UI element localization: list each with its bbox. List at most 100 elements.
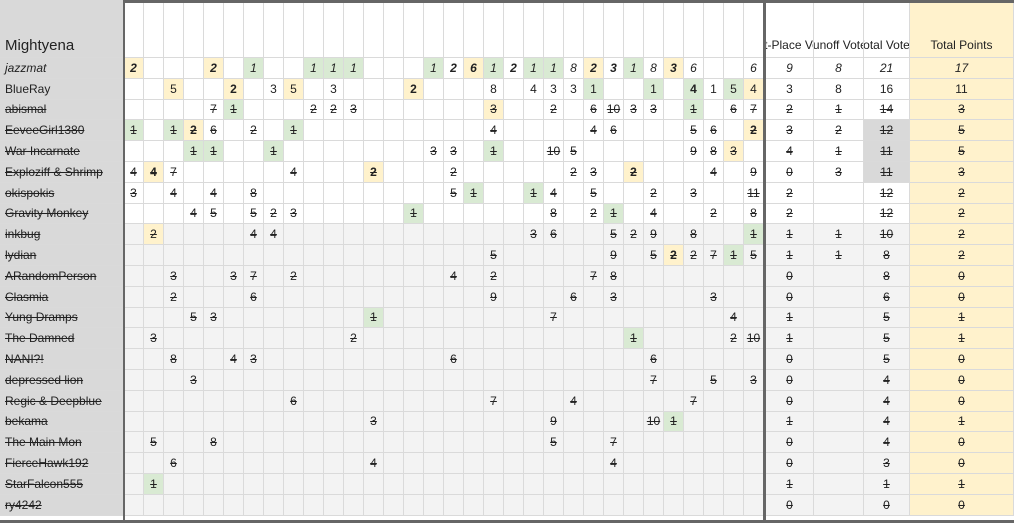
- vote-cell[interactable]: [264, 411, 284, 433]
- column-header[interactable]: [184, 0, 204, 58]
- vote-cell[interactable]: 6: [724, 99, 744, 121]
- vote-cell[interactable]: [124, 307, 144, 329]
- vote-cell[interactable]: [344, 266, 364, 287]
- vote-cell[interactable]: [344, 432, 364, 454]
- vote-cell[interactable]: [624, 494, 644, 516]
- vote-cell[interactable]: [324, 432, 344, 454]
- row-first[interactable]: 0: [766, 494, 814, 516]
- vote-cell[interactable]: [304, 245, 324, 266]
- vote-cell[interactable]: [244, 162, 264, 183]
- vote-cell[interactable]: [304, 203, 324, 225]
- row-name[interactable]: lydian: [0, 245, 124, 266]
- vote-cell[interactable]: 3: [204, 307, 224, 329]
- vote-cell[interactable]: [184, 286, 204, 308]
- row-total[interactable]: 11: [864, 162, 910, 183]
- vote-cell[interactable]: [644, 328, 664, 350]
- vote-cell[interactable]: 2: [544, 99, 564, 121]
- vote-cell[interactable]: 2: [444, 162, 464, 183]
- vote-cell[interactable]: [184, 328, 204, 350]
- vote-cell[interactable]: [604, 494, 624, 516]
- vote-cell[interactable]: [404, 453, 424, 474]
- vote-cell[interactable]: [644, 162, 664, 183]
- vote-cell[interactable]: [304, 162, 324, 183]
- vote-cell[interactable]: [444, 307, 464, 329]
- vote-cell[interactable]: [124, 453, 144, 474]
- vote-cell[interactable]: [144, 78, 164, 100]
- vote-cell[interactable]: 1: [404, 203, 424, 225]
- vote-cell[interactable]: [364, 120, 384, 142]
- vote-cell[interactable]: 1: [644, 78, 664, 100]
- vote-cell[interactable]: [184, 245, 204, 266]
- vote-cell[interactable]: [564, 307, 584, 329]
- vote-cell[interactable]: [624, 349, 644, 370]
- vote-cell[interactable]: [504, 78, 524, 100]
- vote-cell[interactable]: [204, 78, 224, 100]
- vote-cell[interactable]: 2: [404, 78, 424, 100]
- vote-cell[interactable]: [264, 245, 284, 266]
- vote-cell[interactable]: [224, 182, 244, 204]
- vote-cell[interactable]: 2: [644, 182, 664, 204]
- vote-cell[interactable]: [164, 99, 184, 121]
- vote-cell[interactable]: [524, 141, 544, 162]
- vote-cell[interactable]: 6: [684, 58, 704, 79]
- vote-cell[interactable]: [524, 453, 544, 474]
- vote-cell[interactable]: [604, 349, 624, 370]
- vote-cell[interactable]: 4: [604, 453, 624, 474]
- vote-cell[interactable]: [244, 453, 264, 474]
- vote-cell[interactable]: [224, 390, 244, 412]
- row-points[interactable]: 2: [910, 224, 1014, 246]
- vote-cell[interactable]: [704, 474, 724, 495]
- vote-cell[interactable]: 4: [364, 453, 384, 474]
- vote-cell[interactable]: 2: [504, 58, 524, 79]
- vote-cell[interactable]: 5: [704, 370, 724, 391]
- vote-cell[interactable]: 2: [744, 120, 764, 142]
- vote-cell[interactable]: 7: [584, 266, 604, 287]
- vote-cell[interactable]: [484, 307, 504, 329]
- vote-cell[interactable]: 4: [184, 203, 204, 225]
- column-header[interactable]: [464, 0, 484, 58]
- vote-cell[interactable]: [304, 120, 324, 142]
- row-points[interactable]: 0: [910, 349, 1014, 370]
- vote-cell[interactable]: 8: [684, 224, 704, 246]
- vote-cell[interactable]: [284, 99, 304, 121]
- vote-cell[interactable]: [424, 224, 444, 246]
- vote-cell[interactable]: [664, 453, 684, 474]
- vote-cell[interactable]: 5: [484, 245, 504, 266]
- vote-cell[interactable]: 3: [184, 370, 204, 391]
- vote-cell[interactable]: 5: [284, 78, 304, 100]
- vote-cell[interactable]: 3: [344, 99, 364, 121]
- row-name[interactable]: NANI?!: [0, 349, 124, 370]
- vote-cell[interactable]: [144, 349, 164, 370]
- vote-cell[interactable]: [384, 453, 404, 474]
- row-first[interactable]: 2: [766, 99, 814, 121]
- row-name[interactable]: FierceHawk192: [0, 453, 124, 474]
- vote-cell[interactable]: [264, 453, 284, 474]
- vote-cell[interactable]: [384, 182, 404, 204]
- vote-cell[interactable]: [264, 328, 284, 350]
- vote-cell[interactable]: [164, 141, 184, 162]
- vote-cell[interactable]: [144, 453, 164, 474]
- vote-cell[interactable]: [324, 182, 344, 204]
- vote-cell[interactable]: 3: [604, 58, 624, 79]
- vote-cell[interactable]: [724, 432, 744, 454]
- vote-cell[interactable]: 1: [304, 58, 324, 79]
- row-name[interactable]: bekama: [0, 411, 124, 433]
- row-first[interactable]: 2: [766, 182, 814, 204]
- vote-cell[interactable]: [524, 266, 544, 287]
- vote-cell[interactable]: 9: [484, 286, 504, 308]
- vote-cell[interactable]: [244, 432, 264, 454]
- vote-cell[interactable]: [464, 224, 484, 246]
- vote-cell[interactable]: [524, 411, 544, 433]
- vote-cell[interactable]: [344, 474, 364, 495]
- vote-cell[interactable]: 1: [724, 245, 744, 266]
- vote-cell[interactable]: 1: [144, 474, 164, 495]
- vote-cell[interactable]: 2: [144, 224, 164, 246]
- row-total[interactable]: 14: [864, 99, 910, 121]
- vote-cell[interactable]: [464, 390, 484, 412]
- vote-cell[interactable]: 6: [704, 120, 724, 142]
- row-first[interactable]: 0: [766, 370, 814, 391]
- vote-cell[interactable]: [364, 370, 384, 391]
- row-first[interactable]: 1: [766, 328, 814, 350]
- vote-cell[interactable]: 8: [544, 203, 564, 225]
- vote-cell[interactable]: [224, 307, 244, 329]
